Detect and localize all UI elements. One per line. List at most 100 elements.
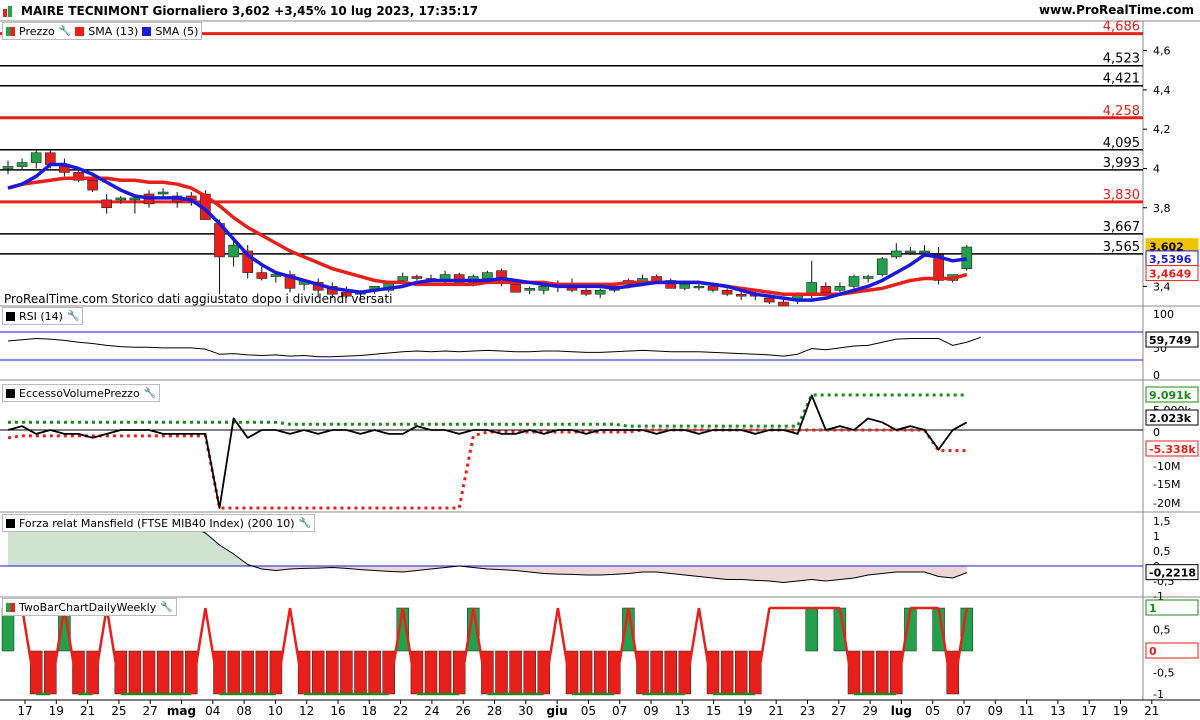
x-tick-label: 19	[1113, 704, 1128, 718]
evp-red-tag: -5.338k	[1149, 443, 1196, 456]
twobar-bar	[241, 650, 254, 695]
mansfield-tick-label: 0,5	[1153, 545, 1171, 558]
site-url[interactable]: www.ProRealTime.com	[1039, 3, 1194, 17]
twobar-label: TwoBarChartDailyWeekly	[19, 600, 157, 614]
evp-green-tag: 9.091k	[1149, 389, 1192, 402]
x-tick-label: 24	[424, 704, 439, 718]
twobar-bar	[523, 650, 536, 695]
legend-sma13: SMA (13)	[88, 24, 139, 38]
candle-body	[834, 286, 846, 291]
wrench-icon[interactable]: 🔧	[59, 26, 71, 37]
evp-black-tag: 2.023k	[1149, 412, 1192, 425]
twobar-bar	[170, 650, 184, 695]
candle-body	[862, 276, 874, 279]
candle-body	[679, 284, 691, 289]
mansfield-label: Forza relat Mansfield (FTSE MIB40 Index)…	[19, 516, 295, 530]
twobar-zero-tag: 0	[1149, 645, 1157, 658]
twobar-bar	[156, 650, 170, 695]
candle-body	[157, 191, 169, 195]
evp-red-line	[7, 428, 967, 510]
twobar-bar	[593, 650, 607, 695]
candle-body	[806, 282, 818, 295]
twobar-tick-label: 0,5	[1153, 624, 1171, 637]
sma5-tag: 3,5396	[1149, 253, 1192, 266]
x-tick-label: 07	[956, 704, 971, 718]
sma5-line	[7, 162, 968, 302]
wrench-icon[interactable]: 🔧	[299, 518, 311, 529]
wrench-icon[interactable]: 🔧	[160, 602, 172, 613]
x-tick-label: lug	[891, 704, 912, 718]
mansfield-negative-fill	[8, 566, 967, 583]
candle-body	[538, 286, 550, 291]
x-tick-label: 15	[706, 704, 721, 718]
wrench-icon[interactable]: 🔧	[144, 388, 156, 399]
level-label: 4,258	[1103, 104, 1140, 119]
x-tick-label: 07	[612, 704, 627, 718]
sma13-swatch	[75, 26, 85, 36]
candle-body	[30, 152, 42, 163]
x-tick-label: 29	[862, 704, 877, 718]
chart-title: MAIRE TECNIMONT Giornaliero 3,602 +3,45%…	[21, 4, 479, 18]
price-tick-label: 4,4	[1153, 84, 1171, 97]
mansfield-tick-label: 1	[1153, 530, 1160, 543]
mansfield-tick-label: 1,5	[1153, 515, 1171, 528]
twobar-legend[interactable]: TwoBarChartDailyWeekly 🔧	[2, 598, 177, 616]
level-label: 4,523	[1103, 52, 1140, 67]
candle-body	[228, 244, 239, 258]
candle-body	[820, 286, 832, 293]
price-chart[interactable]: 4,6864,5234,4214,2584,0953,9933,8303,667…	[0, 0, 1200, 720]
twobar-bar	[805, 607, 818, 652]
mansfield-value-tag: -0,2218	[1149, 567, 1196, 580]
candle-body	[735, 293, 747, 297]
x-tick-label: 13	[1050, 704, 1065, 718]
wrench-icon[interactable]: 🔧	[67, 311, 79, 322]
twobar-bar	[650, 650, 663, 695]
rsi-legend[interactable]: RSI (14) 🔧	[2, 307, 84, 325]
x-tick-label: 05	[581, 704, 596, 718]
candle-body	[721, 289, 733, 295]
twobar-bar	[311, 650, 325, 695]
candle-body	[411, 276, 423, 279]
candle-body	[919, 250, 930, 254]
x-tick-label: 21	[80, 704, 95, 718]
twobar-bar	[128, 650, 142, 695]
candle-body	[905, 250, 916, 254]
candle-body	[129, 197, 141, 201]
price-legend[interactable]: Prezzo 🔧 SMA (13) SMA (5)	[2, 22, 203, 40]
x-tick-label: 30	[518, 704, 533, 718]
level-label: 4,686	[1103, 20, 1140, 35]
twobar-bar	[734, 650, 748, 695]
twobar-bar	[720, 650, 734, 695]
twobar-bar	[326, 650, 339, 695]
candle-body	[256, 272, 268, 279]
evp-legend[interactable]: EccessoVolumePrezzo 🔧	[2, 384, 161, 402]
data-note: ProRealTime.com Storico dati aggiustato …	[4, 292, 393, 306]
level-label: 3,667	[1103, 220, 1140, 235]
candle-body	[524, 288, 536, 291]
x-tick-label: 05	[925, 704, 940, 718]
evp-label: EccessoVolumePrezzo	[19, 386, 140, 400]
x-tick-label: 13	[675, 704, 690, 718]
evp-black-line	[7, 394, 968, 509]
candle-body	[764, 297, 775, 303]
candle-body	[44, 152, 56, 165]
candle-body	[510, 284, 521, 293]
twobar-bar	[368, 650, 381, 695]
rsi-tick-label: 0	[1153, 369, 1160, 382]
mansfield-legend[interactable]: Forza relat Mansfield (FTSE MIB40 Index)…	[2, 514, 315, 532]
x-tick-label: 17	[17, 704, 32, 718]
twobar-bar	[509, 650, 522, 695]
candle-body	[876, 258, 888, 275]
x-tick-label: 25	[111, 704, 126, 718]
candle-body	[397, 276, 409, 281]
twobar-bar	[875, 650, 889, 695]
x-tick-label: mag	[167, 704, 196, 718]
candle-body	[101, 199, 112, 209]
x-tick-label: 11	[1019, 704, 1034, 718]
price-swatch	[6, 26, 15, 36]
sma5-swatch	[142, 26, 152, 36]
twobar-bar	[861, 650, 875, 695]
price-tick-label: 4	[1153, 162, 1160, 175]
x-tick-label: 10	[268, 704, 283, 718]
x-tick-label: 19	[49, 704, 64, 718]
